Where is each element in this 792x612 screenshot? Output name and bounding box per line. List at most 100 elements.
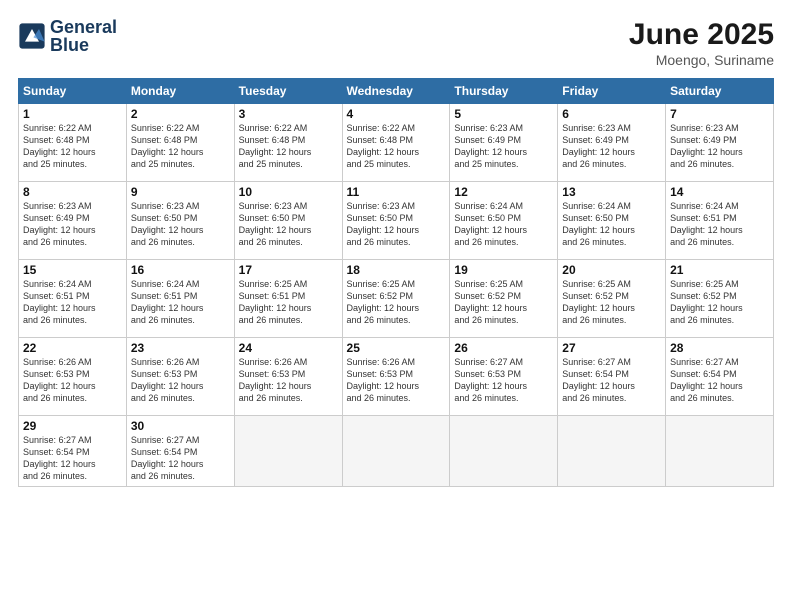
day-info: Sunrise: 6:22 AMSunset: 6:48 PMDaylight:… — [131, 122, 230, 171]
page: General Blue June 2025 Moengo, Suriname … — [0, 0, 792, 612]
day-info: Sunrise: 6:23 AMSunset: 6:49 PMDaylight:… — [562, 122, 661, 171]
day-cell — [450, 416, 558, 487]
day-cell: 12Sunrise: 6:24 AMSunset: 6:50 PMDayligh… — [450, 182, 558, 260]
day-number: 28 — [670, 341, 769, 355]
col-header-friday: Friday — [558, 79, 666, 104]
day-info: Sunrise: 6:24 AMSunset: 6:51 PMDaylight:… — [131, 278, 230, 327]
day-info: Sunrise: 6:24 AMSunset: 6:51 PMDaylight:… — [670, 200, 769, 249]
day-info: Sunrise: 6:22 AMSunset: 6:48 PMDaylight:… — [23, 122, 122, 171]
day-cell: 1Sunrise: 6:22 AMSunset: 6:48 PMDaylight… — [19, 104, 127, 182]
day-info: Sunrise: 6:27 AMSunset: 6:54 PMDaylight:… — [23, 434, 122, 483]
day-info: Sunrise: 6:24 AMSunset: 6:51 PMDaylight:… — [23, 278, 122, 327]
day-number: 18 — [347, 263, 446, 277]
logo-line2: Blue — [50, 36, 117, 54]
day-number: 8 — [23, 185, 122, 199]
day-info: Sunrise: 6:26 AMSunset: 6:53 PMDaylight:… — [23, 356, 122, 405]
day-cell: 30Sunrise: 6:27 AMSunset: 6:54 PMDayligh… — [126, 416, 234, 487]
day-info: Sunrise: 6:23 AMSunset: 6:50 PMDaylight:… — [239, 200, 338, 249]
day-cell: 15Sunrise: 6:24 AMSunset: 6:51 PMDayligh… — [19, 260, 127, 338]
day-cell: 17Sunrise: 6:25 AMSunset: 6:51 PMDayligh… — [234, 260, 342, 338]
col-header-monday: Monday — [126, 79, 234, 104]
day-number: 25 — [347, 341, 446, 355]
day-cell: 27Sunrise: 6:27 AMSunset: 6:54 PMDayligh… — [558, 338, 666, 416]
day-info: Sunrise: 6:26 AMSunset: 6:53 PMDaylight:… — [239, 356, 338, 405]
logo: General Blue — [18, 18, 117, 54]
day-cell: 18Sunrise: 6:25 AMSunset: 6:52 PMDayligh… — [342, 260, 450, 338]
day-number: 2 — [131, 107, 230, 121]
week-row-3: 15Sunrise: 6:24 AMSunset: 6:51 PMDayligh… — [19, 260, 774, 338]
day-number: 6 — [562, 107, 661, 121]
day-info: Sunrise: 6:23 AMSunset: 6:49 PMDaylight:… — [23, 200, 122, 249]
logo-icon — [18, 22, 46, 50]
day-info: Sunrise: 6:25 AMSunset: 6:52 PMDaylight:… — [347, 278, 446, 327]
day-number: 29 — [23, 419, 122, 433]
day-number: 14 — [670, 185, 769, 199]
day-cell — [666, 416, 774, 487]
day-number: 3 — [239, 107, 338, 121]
day-cell: 21Sunrise: 6:25 AMSunset: 6:52 PMDayligh… — [666, 260, 774, 338]
day-number: 16 — [131, 263, 230, 277]
day-cell: 8Sunrise: 6:23 AMSunset: 6:49 PMDaylight… — [19, 182, 127, 260]
day-number: 12 — [454, 185, 553, 199]
day-number: 20 — [562, 263, 661, 277]
day-info: Sunrise: 6:22 AMSunset: 6:48 PMDaylight:… — [239, 122, 338, 171]
day-cell: 5Sunrise: 6:23 AMSunset: 6:49 PMDaylight… — [450, 104, 558, 182]
day-cell: 23Sunrise: 6:26 AMSunset: 6:53 PMDayligh… — [126, 338, 234, 416]
day-number: 5 — [454, 107, 553, 121]
day-info: Sunrise: 6:27 AMSunset: 6:54 PMDaylight:… — [562, 356, 661, 405]
day-number: 9 — [131, 185, 230, 199]
day-info: Sunrise: 6:25 AMSunset: 6:51 PMDaylight:… — [239, 278, 338, 327]
day-cell: 25Sunrise: 6:26 AMSunset: 6:53 PMDayligh… — [342, 338, 450, 416]
header-row: SundayMondayTuesdayWednesdayThursdayFrid… — [19, 79, 774, 104]
day-cell: 13Sunrise: 6:24 AMSunset: 6:50 PMDayligh… — [558, 182, 666, 260]
day-cell: 22Sunrise: 6:26 AMSunset: 6:53 PMDayligh… — [19, 338, 127, 416]
day-number: 15 — [23, 263, 122, 277]
day-cell: 24Sunrise: 6:26 AMSunset: 6:53 PMDayligh… — [234, 338, 342, 416]
week-row-2: 8Sunrise: 6:23 AMSunset: 6:49 PMDaylight… — [19, 182, 774, 260]
logo-text: General Blue — [50, 18, 117, 54]
day-info: Sunrise: 6:27 AMSunset: 6:54 PMDaylight:… — [670, 356, 769, 405]
calendar: SundayMondayTuesdayWednesdayThursdayFrid… — [18, 78, 774, 487]
day-info: Sunrise: 6:23 AMSunset: 6:50 PMDaylight:… — [347, 200, 446, 249]
week-row-1: 1Sunrise: 6:22 AMSunset: 6:48 PMDaylight… — [19, 104, 774, 182]
day-cell: 20Sunrise: 6:25 AMSunset: 6:52 PMDayligh… — [558, 260, 666, 338]
day-number: 22 — [23, 341, 122, 355]
day-cell: 7Sunrise: 6:23 AMSunset: 6:49 PMDaylight… — [666, 104, 774, 182]
day-cell: 2Sunrise: 6:22 AMSunset: 6:48 PMDaylight… — [126, 104, 234, 182]
day-info: Sunrise: 6:22 AMSunset: 6:48 PMDaylight:… — [347, 122, 446, 171]
day-cell: 11Sunrise: 6:23 AMSunset: 6:50 PMDayligh… — [342, 182, 450, 260]
day-number: 23 — [131, 341, 230, 355]
day-cell: 29Sunrise: 6:27 AMSunset: 6:54 PMDayligh… — [19, 416, 127, 487]
day-cell: 9Sunrise: 6:23 AMSunset: 6:50 PMDaylight… — [126, 182, 234, 260]
day-cell — [342, 416, 450, 487]
week-row-5: 29Sunrise: 6:27 AMSunset: 6:54 PMDayligh… — [19, 416, 774, 487]
col-header-saturday: Saturday — [666, 79, 774, 104]
day-cell: 16Sunrise: 6:24 AMSunset: 6:51 PMDayligh… — [126, 260, 234, 338]
day-cell: 3Sunrise: 6:22 AMSunset: 6:48 PMDaylight… — [234, 104, 342, 182]
day-info: Sunrise: 6:24 AMSunset: 6:50 PMDaylight:… — [562, 200, 661, 249]
logo-line1: General — [50, 18, 117, 36]
day-cell: 4Sunrise: 6:22 AMSunset: 6:48 PMDaylight… — [342, 104, 450, 182]
col-header-thursday: Thursday — [450, 79, 558, 104]
day-info: Sunrise: 6:24 AMSunset: 6:50 PMDaylight:… — [454, 200, 553, 249]
day-number: 11 — [347, 185, 446, 199]
day-number: 10 — [239, 185, 338, 199]
title-block: June 2025 Moengo, Suriname — [629, 18, 774, 68]
day-number: 13 — [562, 185, 661, 199]
location: Moengo, Suriname — [629, 52, 774, 68]
day-number: 17 — [239, 263, 338, 277]
day-number: 4 — [347, 107, 446, 121]
month-title: June 2025 — [629, 18, 774, 52]
day-cell: 26Sunrise: 6:27 AMSunset: 6:53 PMDayligh… — [450, 338, 558, 416]
col-header-wednesday: Wednesday — [342, 79, 450, 104]
day-number: 21 — [670, 263, 769, 277]
day-cell — [234, 416, 342, 487]
col-header-sunday: Sunday — [19, 79, 127, 104]
day-cell: 6Sunrise: 6:23 AMSunset: 6:49 PMDaylight… — [558, 104, 666, 182]
day-cell: 14Sunrise: 6:24 AMSunset: 6:51 PMDayligh… — [666, 182, 774, 260]
day-info: Sunrise: 6:27 AMSunset: 6:54 PMDaylight:… — [131, 434, 230, 483]
day-info: Sunrise: 6:25 AMSunset: 6:52 PMDaylight:… — [670, 278, 769, 327]
day-number: 1 — [23, 107, 122, 121]
week-row-4: 22Sunrise: 6:26 AMSunset: 6:53 PMDayligh… — [19, 338, 774, 416]
day-number: 7 — [670, 107, 769, 121]
